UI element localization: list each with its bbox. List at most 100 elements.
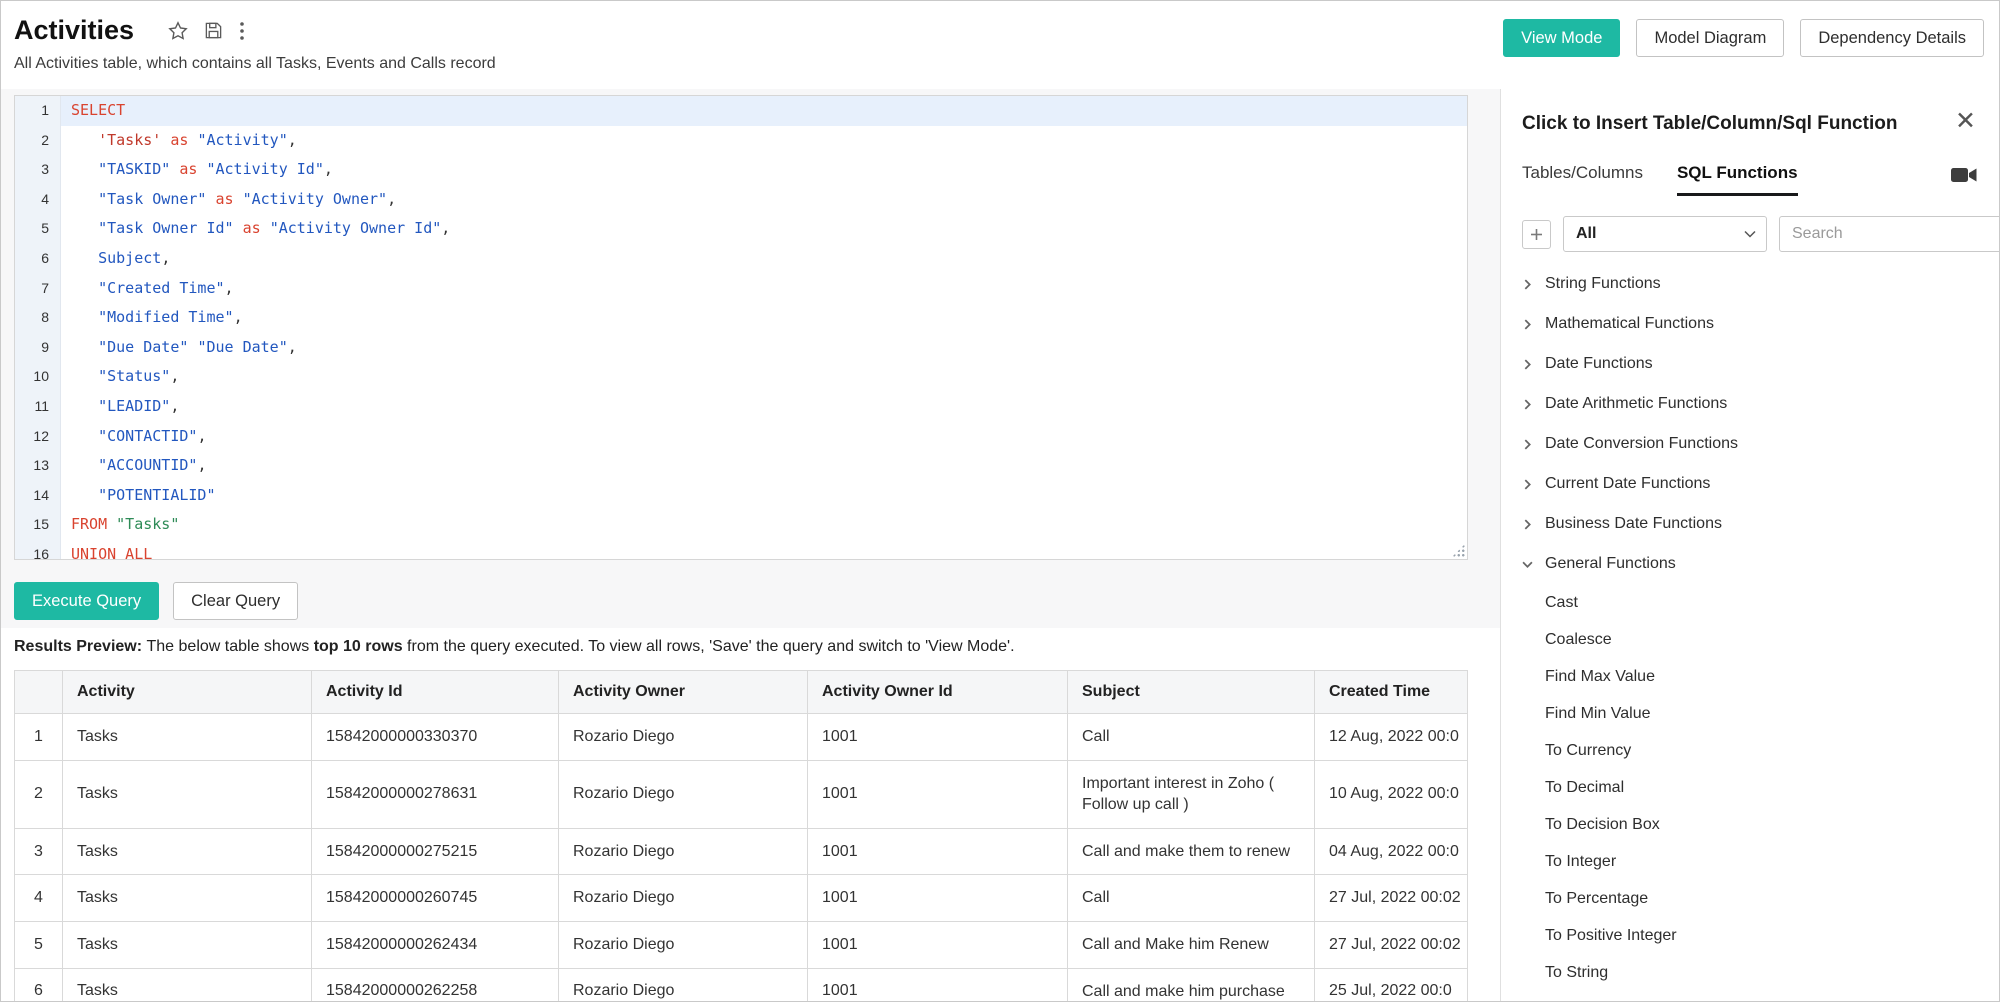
table-cell: Rozario Diego [558, 967, 808, 1001]
line-number: 6 [15, 243, 61, 274]
function-item[interactable]: To Decimal [1522, 769, 1978, 806]
chevron-right-icon [1522, 398, 1533, 410]
function-item[interactable]: To Integer [1522, 843, 1978, 880]
column-header: Activity Owner Id [807, 670, 1068, 714]
chevron-right-icon [1522, 478, 1533, 490]
code-text: "LEADID", [98, 396, 180, 415]
function-category[interactable]: Business Date Functions [1522, 504, 1978, 544]
search-input[interactable] [1792, 225, 1999, 243]
table-cell: 27 Jul, 2022 00:02 [1314, 874, 1468, 922]
editor-line[interactable]: 6 Subject, [15, 243, 1467, 274]
line-number: 8 [15, 303, 61, 333]
function-category[interactable]: Current Date Functions [1522, 464, 1978, 504]
editor-line[interactable]: 11 "LEADID", [15, 391, 1467, 422]
function-category-label: String Functions [1545, 275, 1661, 292]
results-intro: Results Preview: The below table shows t… [14, 638, 1468, 656]
editor-line[interactable]: 13 "ACCOUNTID", [15, 451, 1467, 481]
code-text: "Status", [98, 367, 180, 386]
table-cell: Tasks [62, 874, 312, 922]
function-category[interactable]: Date Arithmetic Functions [1522, 384, 1978, 424]
line-number: 2 [15, 125, 61, 156]
table-cell: Call [1067, 713, 1315, 761]
table-cell: Tasks [62, 827, 312, 876]
code-text: "Task Owner Id" as "Activity Owner Id", [98, 219, 451, 238]
close-icon[interactable]: ✕ [1953, 109, 1978, 134]
tab-tables-columns[interactable]: Tables/Columns [1522, 163, 1643, 196]
function-item[interactable]: Find Max Value [1522, 658, 1978, 695]
table-cell: Rozario Diego [558, 759, 808, 829]
function-item[interactable]: To Positive Integer [1522, 917, 1978, 954]
kebab-menu-icon[interactable] [239, 21, 245, 41]
column-header: Activity [62, 670, 312, 714]
function-item[interactable]: Cast [1522, 584, 1978, 621]
top-bar: Activities All Activities table, which c… [1, 1, 1999, 89]
code-text: "Task Owner" as "Activity Owner", [98, 189, 397, 208]
line-number: 16 [15, 539, 61, 559]
query-actions: Execute Query Clear Query [14, 582, 1468, 620]
function-item[interactable]: To Percentage [1522, 880, 1978, 917]
results-body: 1 Tasks 15842000000330370 Rozario Diego 1001… [14, 713, 1468, 1001]
video-tutorial-icon[interactable] [1950, 165, 1978, 196]
code-text: SELECT [61, 96, 1467, 126]
sql-editor[interactable]: 1 SELECT 2 'Tasks' as "Activity", 3 "TASKID… [14, 95, 1468, 560]
table-row: 5 Tasks 15842000000262434 Rozario Diego 1001… [14, 920, 1468, 969]
code-text: FROM "Tasks" [71, 515, 180, 534]
table-row: 4 Tasks 15842000000260745 Rozario Diego 1001… [14, 874, 1468, 922]
editor-line[interactable]: 5 "Task Owner Id" as "Activity Owner Id"… [15, 214, 1467, 244]
function-category[interactable]: Mathematical Functions [1522, 304, 1978, 344]
table-cell: Tasks [62, 920, 312, 969]
function-search-box [1779, 216, 1999, 252]
function-item[interactable]: Coalesce [1522, 621, 1978, 658]
code-text: "Due Date" "Due Date", [98, 337, 297, 356]
editor-line[interactable]: 9 "Due Date" "Due Date", [15, 332, 1467, 363]
function-list: String Functions Mathematical Functions Da… [1522, 264, 1978, 991]
row-number-cell: 2 [14, 759, 63, 829]
function-category-label: Date Functions [1545, 355, 1653, 372]
code-text: 'Tasks' as "Activity", [98, 130, 297, 149]
editor-line[interactable]: 2 'Tasks' as "Activity", [15, 125, 1467, 156]
editor-line[interactable]: 15 FROM "Tasks" [15, 510, 1467, 540]
code-text: "ACCOUNTID", [98, 456, 207, 475]
line-number: 5 [15, 214, 61, 244]
function-category[interactable]: Date Functions [1522, 344, 1978, 384]
dependency-details-button[interactable]: Dependency Details [1800, 19, 1984, 57]
editor-section: 1 SELECT 2 'Tasks' as "Activity", 3 "TASKID… [1, 89, 1500, 628]
function-category[interactable]: General Functions [1522, 544, 1978, 584]
save-icon[interactable] [204, 21, 223, 40]
editor-line[interactable]: 14 "POTENTIALID" [15, 480, 1467, 511]
category-filter-select[interactable]: All [1563, 216, 1767, 252]
results-intro-segment: Results Preview: [14, 638, 147, 655]
table-cell: 27 Jul, 2022 00:02 [1314, 920, 1468, 969]
view-mode-button[interactable]: View Mode [1503, 19, 1621, 57]
function-item[interactable]: To String [1522, 954, 1978, 991]
editor-line[interactable]: 4 "Task Owner" as "Activity Owner", [15, 184, 1467, 215]
table-cell: 15842000000278631 [311, 759, 559, 829]
clear-query-button[interactable]: Clear Query [173, 582, 299, 620]
editor-line[interactable]: 3 "TASKID" as "Activity Id", [15, 155, 1467, 185]
panel-tabs: Tables/Columns SQL Functions [1522, 163, 1978, 196]
editor-line[interactable]: 10 "Status", [15, 362, 1467, 392]
favorite-star-icon[interactable] [168, 20, 188, 41]
results-table: Activity Activity Id Activity Owner Activit… [14, 670, 1468, 1001]
editor-line[interactable]: 16 UNION ALL [15, 539, 1467, 559]
editor-line[interactable]: 7 "Created Time", [15, 273, 1467, 304]
page-title: Activities [14, 15, 135, 45]
tab-sql-functions[interactable]: SQL Functions [1676, 163, 1798, 196]
code-text: "CONTACTID", [98, 426, 207, 445]
editor-line[interactable]: 1 SELECT [15, 96, 1467, 126]
line-number: 11 [15, 391, 61, 422]
results-intro-segment: The below table shows [146, 638, 314, 655]
function-item[interactable]: Find Min Value [1522, 695, 1978, 732]
execute-query-button[interactable]: Execute Query [14, 582, 160, 620]
function-item[interactable]: To Currency [1522, 732, 1978, 769]
table-cell: Important interest in Zoho ( Follow up c… [1067, 759, 1315, 829]
function-category[interactable]: Date Conversion Functions [1522, 424, 1978, 464]
line-number: 3 [15, 155, 61, 185]
editor-line[interactable]: 8 "Modified Time", [15, 303, 1467, 333]
function-category[interactable]: String Functions [1522, 264, 1978, 304]
row-number-header [14, 670, 63, 714]
model-diagram-button[interactable]: Model Diagram [1636, 19, 1785, 57]
function-item[interactable]: To Decision Box [1522, 806, 1978, 843]
editor-line[interactable]: 12 "CONTACTID", [15, 421, 1467, 452]
expand-all-icon[interactable] [1522, 219, 1551, 249]
